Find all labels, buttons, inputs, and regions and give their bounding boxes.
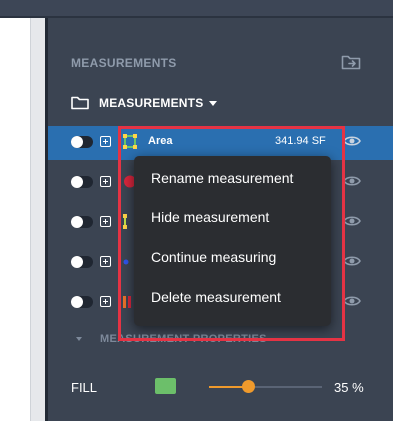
vertical-scrollbar[interactable] xyxy=(30,18,45,421)
chevron-down-icon xyxy=(76,337,82,341)
folder-icon xyxy=(71,96,89,110)
fill-opacity-value: 35 % xyxy=(334,380,364,395)
eye-icon[interactable] xyxy=(343,134,361,148)
slider-handle[interactable] xyxy=(242,380,256,393)
eye-icon[interactable] xyxy=(343,294,361,308)
fill-label: FILL xyxy=(71,380,98,395)
expand-icon[interactable] xyxy=(100,256,111,267)
expand-icon[interactable] xyxy=(100,296,111,307)
canvas-area[interactable] xyxy=(0,18,30,421)
fill-color-swatch[interactable] xyxy=(155,378,176,394)
expand-icon[interactable] xyxy=(100,136,111,147)
folder-label: MEASUREMENTS xyxy=(99,96,204,110)
eye-icon[interactable] xyxy=(343,174,361,188)
fill-opacity-slider[interactable] xyxy=(209,380,322,393)
section-header: MEASUREMENTS xyxy=(71,56,177,70)
highlight-box xyxy=(118,126,345,341)
chevron-down-icon[interactable] xyxy=(209,100,218,106)
folder-row[interactable]: MEASUREMENTS xyxy=(71,94,218,112)
expand-icon[interactable] xyxy=(100,216,111,227)
add-folder-icon[interactable] xyxy=(341,54,361,70)
eye-icon[interactable] xyxy=(343,254,361,268)
expand-icon[interactable] xyxy=(100,176,111,187)
visibility-toggle[interactable] xyxy=(71,216,93,228)
eye-icon[interactable] xyxy=(343,214,361,228)
visibility-toggle[interactable] xyxy=(71,176,93,188)
visibility-toggle[interactable] xyxy=(71,296,93,308)
visibility-toggle[interactable] xyxy=(71,136,93,148)
visibility-toggle[interactable] xyxy=(71,256,93,268)
